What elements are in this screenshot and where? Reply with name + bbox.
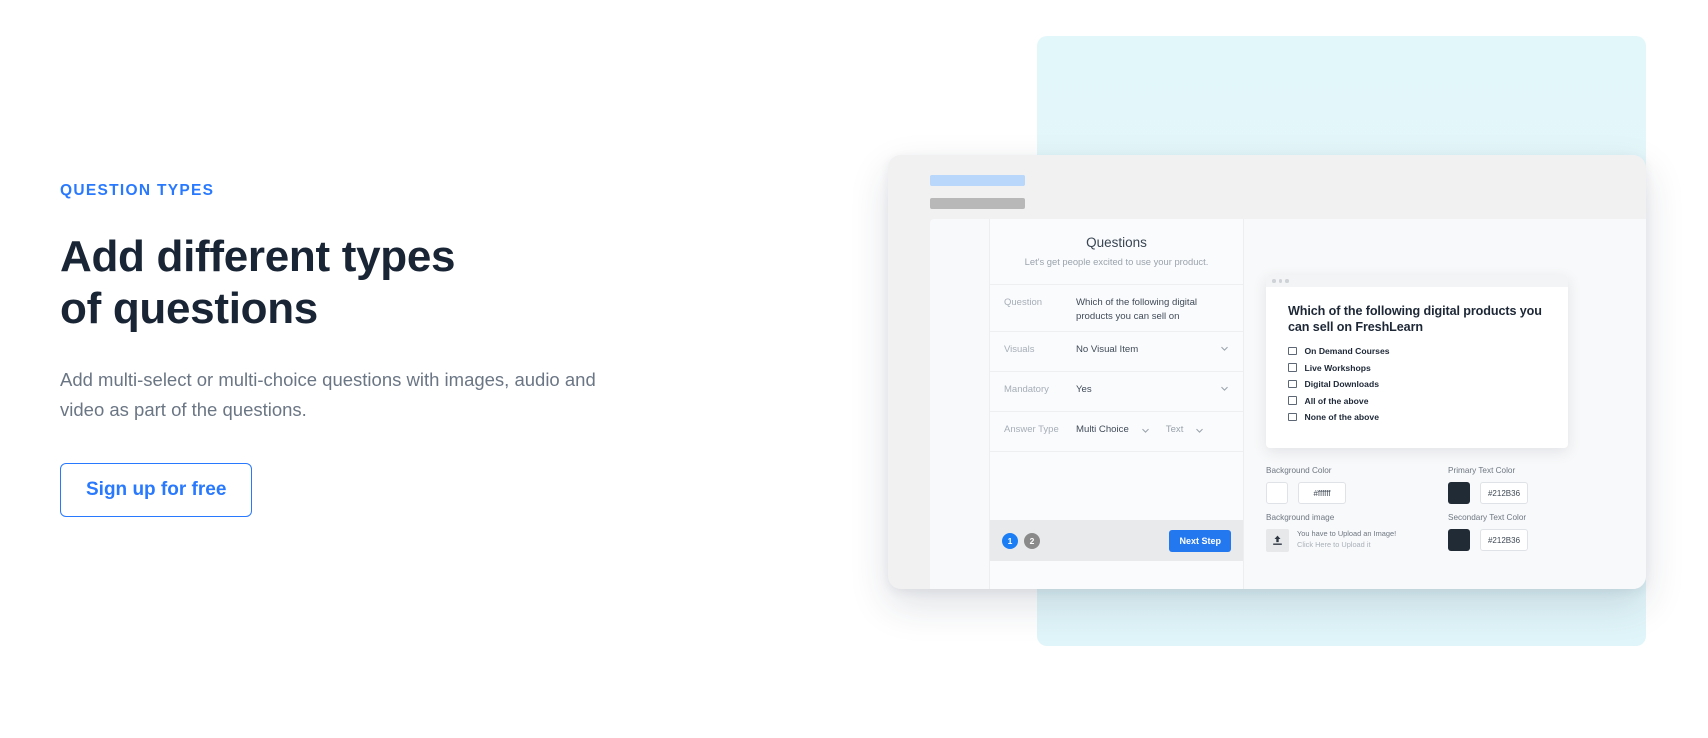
preview-question-title: Which of the following digital products … — [1288, 304, 1542, 335]
preview-body: Which of the following digital products … — [1266, 287, 1568, 422]
form-row-label: Answer Type — [1004, 424, 1059, 435]
upload-prompt-line1: You have to Upload an Image! — [1297, 529, 1397, 538]
checkbox-icon[interactable] — [1288, 412, 1297, 422]
app-window-frame: Questions Let's get people excited to us… — [888, 155, 1646, 589]
form-row-mandatory[interactable]: Mandatory Yes — [990, 371, 1243, 411]
chevron-down-icon[interactable] — [1220, 384, 1229, 393]
chevron-down-icon[interactable] — [1141, 426, 1150, 435]
step-dot-2[interactable]: 2 — [1024, 532, 1040, 549]
background-image-uploader[interactable]: You have to Upload an Image! Click Here … — [1266, 529, 1406, 552]
form-rows-divider — [990, 451, 1243, 452]
form-row-label: Question — [1004, 297, 1043, 308]
form-row-value: No Visual Item — [1076, 343, 1229, 357]
form-row-value-text: Yes — [1076, 384, 1092, 395]
form-subtitle: Let's get people excited to use your pro… — [1024, 256, 1209, 267]
chevron-down-icon[interactable] — [1195, 426, 1204, 435]
upload-prompt-line2: Click Here to Upload it — [1297, 539, 1371, 549]
settings-column-left: Background Color #ffffff Background imag… — [1266, 466, 1406, 560]
background-color-swatch[interactable] — [1266, 482, 1288, 504]
preview-option-label: Live Workshops — [1304, 362, 1371, 373]
settings-column-right: Primary Text Color #212B36 Secondary Tex… — [1448, 466, 1588, 560]
form-row-value-text: No Visual Item — [1076, 344, 1139, 355]
preview-option[interactable]: All of the above — [1288, 396, 1548, 406]
placeholder-bar-secondary — [930, 198, 1025, 209]
preview-option-label: On Demand Courses — [1304, 346, 1390, 357]
upload-icon[interactable] — [1266, 529, 1289, 552]
answer-type-select[interactable]: Multi Choice — [1076, 423, 1150, 437]
preview-option-label: None of the above — [1304, 412, 1380, 423]
preview-option[interactable]: On Demand Courses — [1288, 346, 1548, 356]
form-row-question[interactable]: Question Which of the following digital … — [990, 284, 1243, 331]
primary-text-color-swatch[interactable] — [1448, 482, 1470, 504]
signup-button[interactable]: Sign up for free — [60, 462, 253, 517]
traffic-light-close-icon — [1272, 279, 1276, 283]
secondary-text-color-hex-input[interactable]: #212B36 — [1480, 529, 1528, 551]
form-rows: Question Which of the following digital … — [990, 284, 1243, 452]
section-eyebrow: QUESTION TYPES — [60, 182, 215, 199]
primary-text-color-hex-input[interactable]: #212B36 — [1480, 482, 1528, 504]
primary-text-color-control[interactable]: #212B36 — [1448, 482, 1588, 504]
traffic-light-minimize-icon — [1278, 279, 1282, 283]
background-color-label: Background Color — [1266, 466, 1332, 475]
background-image-label: Background image — [1266, 513, 1335, 522]
secondary-text-color-swatch[interactable] — [1448, 529, 1470, 551]
preview-option-label: Digital Downloads — [1304, 379, 1379, 390]
form-row-answer-type[interactable]: Answer Type Multi Choice Text — [990, 411, 1243, 451]
browser-chrome-bar — [1266, 275, 1568, 287]
question-preview-card: Which of the following digital products … — [1266, 275, 1568, 448]
product-screenshot-illustration: Questions Let's get people excited to us… — [880, 0, 1708, 738]
placeholder-bar-primary — [930, 175, 1025, 186]
background-color-control[interactable]: #ffffff — [1266, 482, 1406, 504]
preview-option[interactable]: Digital Downloads — [1288, 379, 1548, 389]
preview-panel: Which of the following digital products … — [1244, 219, 1632, 575]
form-footer-bar: 1 2 Next Step — [990, 520, 1243, 561]
step-indicator: 1 2 — [1002, 532, 1040, 549]
page-root: QUESTION TYPES Add different types of qu… — [0, 0, 1708, 738]
appearance-settings: Background Color #ffffff Background imag… — [1266, 466, 1622, 560]
form-row-visuals[interactable]: Visuals No Visual Item — [990, 331, 1243, 371]
checkbox-icon[interactable] — [1288, 363, 1297, 372]
background-color-hex-input[interactable]: #ffffff — [1298, 482, 1346, 504]
preview-option[interactable]: None of the above — [1288, 412, 1548, 422]
checkbox-icon[interactable] — [1288, 379, 1297, 389]
form-title: Questions — [1086, 235, 1147, 250]
form-row-value: Multi Choice Text — [1076, 423, 1229, 437]
secondary-text-color-label: Secondary Text Color — [1448, 513, 1527, 522]
form-row-value: Yes — [1076, 383, 1229, 397]
next-step-button[interactable]: Next Step — [1169, 529, 1231, 552]
feature-description: Add multi-select or multi-choice questio… — [60, 368, 596, 420]
checkbox-icon[interactable] — [1288, 396, 1297, 405]
traffic-light-maximize-icon — [1285, 279, 1289, 283]
primary-text-color-label: Primary Text Color — [1448, 466, 1516, 475]
secondary-text-color-control[interactable]: #212B36 — [1448, 529, 1588, 551]
step-dot-1[interactable]: 1 — [1002, 532, 1018, 549]
app-body: Questions Let's get people excited to us… — [930, 219, 1646, 589]
answer-format-select[interactable]: Text — [1166, 423, 1205, 437]
form-row-label: Mandatory — [1004, 384, 1049, 395]
form-row-value: Which of the following digital products … — [1076, 297, 1198, 321]
checkbox-icon[interactable] — [1288, 346, 1297, 356]
preview-option-label: All of the above — [1304, 395, 1369, 406]
form-row-label: Visuals — [1004, 344, 1035, 355]
chevron-down-icon[interactable] — [1220, 344, 1229, 353]
answer-format-value: Text — [1165, 424, 1184, 435]
preview-option[interactable]: Live Workshops — [1288, 363, 1548, 373]
question-form-panel: Questions Let's get people excited to us… — [989, 219, 1244, 589]
feature-copy-block: QUESTION TYPES Add different types of qu… — [60, 182, 700, 517]
page-title: Add different types of questions — [60, 232, 456, 333]
answer-type-value: Multi Choice — [1076, 424, 1129, 435]
upload-text: You have to Upload an Image! Click Here … — [1297, 529, 1396, 550]
